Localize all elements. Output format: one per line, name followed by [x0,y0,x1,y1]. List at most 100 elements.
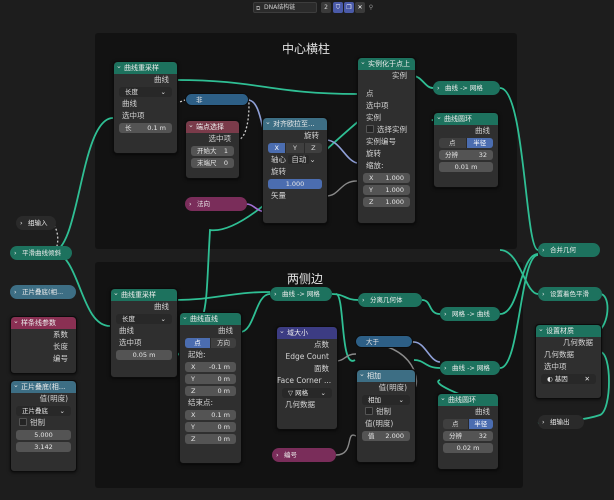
end-y-field[interactable]: Y0 m [185,422,236,432]
node-spline-parameter[interactable]: 样条线参数 系数 长度 编号 [10,316,77,374]
node-group-input[interactable]: 组输入 [16,216,56,230]
node-multiply-collapsed[interactable]: 正片叠底(相... [10,285,76,299]
input-socket-scale: 缩放: [366,161,384,170]
scale-x-field[interactable]: X 1.000 [363,173,410,183]
node-smooth-curve-tilt[interactable]: 平滑曲线倾斜 [10,246,72,260]
node-header: 设置材质 [536,325,601,337]
node-greater-than[interactable]: 大于 [355,335,413,348]
pin-icon[interactable]: ⚲ [366,2,376,13]
node-instance-on-points[interactable]: 实例化于点上 实例 点 选中项 实例 选择实例 实例编号 旋转 缩放: X1.0… [357,57,416,224]
output-socket-curve: 曲线 [218,326,233,335]
node-curve-circle-bottom[interactable]: 曲线圆环 曲线 点半径 分辨32 0.02 m [437,393,499,470]
component-dropdown[interactable]: ▽ 网格 ⌄ [282,388,332,398]
scale-y-field[interactable]: Y 1.000 [363,185,410,195]
material-selector[interactable]: ◐ 基因 ✕ [541,374,596,384]
material-icon: ◐ [547,375,553,383]
node-header: 曲线圆环 [438,394,498,406]
input-socket-selection: 选中项 [119,338,142,347]
resolution-field[interactable]: 分辨 32 [439,150,493,160]
node-mesh-to-curve[interactable]: 网格 -> 曲线 [440,307,500,321]
resample-mode-dropdown[interactable]: 长度 ⌄ [119,87,172,97]
length-field[interactable]: 长 0.1 m [119,123,172,133]
user-count[interactable]: 2 [321,2,331,13]
node-endpoint-selection[interactable]: 端点选择 选中项 开始大1 末端尺0 [185,120,240,179]
output-socket-curve: 曲线 [154,75,169,84]
math-op-dropdown[interactable]: 相加 ⌄ [362,395,410,405]
node-header: 实例化于点上 [358,58,415,70]
resolution-field[interactable]: 分辨 32 [443,431,493,441]
chevron-down-icon: ⌄ [160,88,166,96]
start-size-field[interactable]: 开始大 1 [191,146,234,156]
input-socket-rotation: 旋转 [366,149,381,158]
node-header: 样条线参数 [11,317,76,329]
output-socket-edge-count: Edge Count [285,352,329,361]
math-op-dropdown[interactable]: 正片叠底 ⌄ [16,406,71,416]
value-field[interactable]: 值 2.000 [362,431,410,441]
line-mode-selector[interactable]: 点方向 [185,338,236,348]
node-header: 曲线圆环 [434,113,498,125]
node-curve-resample-bottom[interactable]: 曲线重采样 曲线 长度⌄ 曲线 选中项 0.05 m [110,288,178,378]
node-tree-name-field[interactable]: ⧉ DNA结构链 [253,2,317,13]
circle-mode-selector[interactable]: 点半径 [439,138,493,148]
node-join-geometry[interactable]: 合并几何 [538,243,600,257]
radius-field[interactable]: 0.01 m [439,162,493,172]
clamp-checkbox[interactable]: 钳制 [357,406,415,418]
start-y-field[interactable]: Y0 m [185,374,236,384]
node-multiply[interactable]: 正片叠底(相... 值(明度) 正片叠底⌄ 钳制 5.000 3.142 [10,380,77,472]
node-curve-to-mesh-top[interactable]: 曲线 -> 网格 [433,81,500,95]
node-curve-line[interactable]: 曲线直线 曲线 点方向 起始: X-0.1 m Y0 m Z0 m 结束点: X… [179,312,242,464]
new-tree-icon[interactable]: ❐ [344,2,354,13]
clamp-checkbox[interactable]: 钳制 [11,417,76,429]
node-tree-selector[interactable]: ⧉ DNA结构链 2 ⛉ ❐ ✕ ⚲ [253,2,375,13]
chevron-down-icon: ⌄ [160,315,166,323]
end-x-field[interactable]: X 0.1 m [185,410,236,420]
axis-selector[interactable]: XYZ [268,143,322,153]
node-curve-to-mesh-1[interactable]: 曲线 -> 网格 [270,287,332,301]
input-socket-rotation: 旋转 [271,167,286,176]
output-socket-index: 编号 [53,354,68,363]
node-index[interactable]: 编号 [272,448,336,462]
node-set-material[interactable]: 设置材质 几何数据 几何数据 选中项 ◐ 基因✕ [535,324,602,399]
input-socket-selection: 选中项 [122,111,145,120]
output-socket-point-count: 点数 [314,340,329,349]
end-z-field[interactable]: Z0 m [185,434,236,444]
chevron-down-icon: ⌄ [320,389,326,397]
node-math-add[interactable]: 相加 值(明度) 相加⌄ 钳制 值(明度) 值2.000 [356,369,416,463]
node-header: 曲线重采样 [114,62,177,74]
start-x-field[interactable]: X -0.1 m [185,362,236,372]
node-curve-to-mesh-3[interactable]: 曲线 -> 网格 [440,361,500,375]
node-curve-resample-top[interactable]: 曲线重采样 曲线 长度⌄ 曲线 选中项 长0.1 m [113,61,178,154]
node-header: 端点选择 [186,121,239,133]
output-socket-geometry: 几何数据 [563,338,593,347]
input-socket-instance: 实例 [366,113,381,122]
factor-slider[interactable]: 1.000 [268,179,322,189]
chevron-down-icon: ⌄ [59,407,65,415]
circle-mode-selector[interactable]: 点半径 [443,419,493,429]
node-header: 曲线重采样 [111,289,177,301]
unlink-icon[interactable]: ✕ [355,2,365,13]
node-separate-geometry[interactable]: 分离几何体 [358,293,422,307]
output-socket-curve: 曲线 [154,302,169,311]
length-field[interactable]: 0.05 m [116,350,172,360]
node-set-shade-smooth[interactable]: 设置着色平滑 [538,287,602,301]
node-curve-circle-top[interactable]: 曲线圆环 曲线 点半径 分辨32 0.01 m [433,112,499,188]
node-align-euler[interactable]: 对齐欧拉至... 旋转 XYZ 轴心 自动⌄ 旋转 1.000 矢量 [262,117,328,224]
frame-center-title: 中心横柱 [282,42,331,56]
pick-instance-checkbox[interactable]: 选择实例 [358,124,415,136]
fake-user-icon[interactable]: ⛉ [333,2,343,13]
node-boolean-not[interactable]: 非 [185,93,249,106]
end-size-field[interactable]: 末端尺 0 [191,158,234,168]
node-domain-size[interactable]: 域大小 点数 Edge Count 面数 Face Corner ... ▽ 网… [276,326,338,430]
node-header: 域大小 [277,327,337,339]
value-a-field[interactable]: 5.000 [16,430,71,440]
radius-field[interactable]: 0.02 m [443,443,493,453]
node-group-output[interactable]: 组输出 [538,415,584,429]
pivot-row[interactable]: 轴心 自动 ⌄ [263,154,327,166]
value-b-field[interactable]: 3.142 [16,442,71,452]
input-socket-points: 点 [366,89,374,98]
node-header: 曲线直线 [180,313,241,325]
node-normal[interactable]: 法向 [185,197,247,211]
scale-z-field[interactable]: Z 1.000 [363,197,410,207]
resample-mode-dropdown[interactable]: 长度 ⌄ [116,314,172,324]
start-z-field[interactable]: Z0 m [185,386,236,396]
